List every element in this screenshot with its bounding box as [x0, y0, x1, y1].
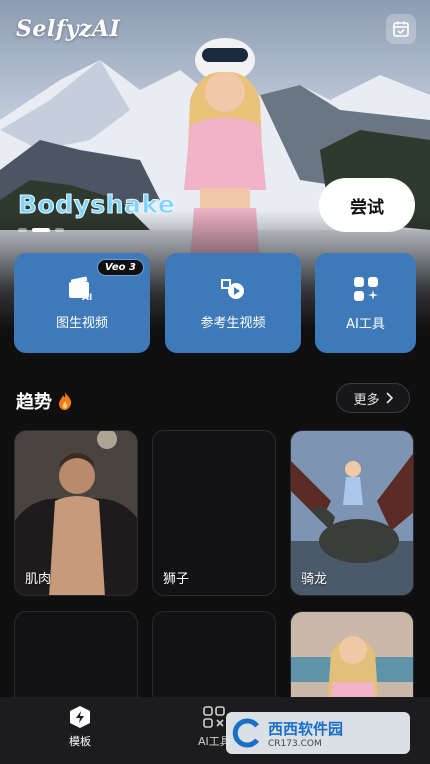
feature-label: 参考生视频 — [200, 315, 266, 331]
fire-icon — [59, 392, 72, 410]
reference-video-icon — [221, 278, 244, 299]
watermark-logo-icon — [232, 718, 260, 748]
card-caption: 骑龙 — [301, 572, 328, 587]
app-logo: SelfyzAI — [16, 16, 121, 42]
more-button[interactable]: 更多 — [336, 383, 410, 413]
template-card[interactable] — [152, 611, 276, 711]
watermark-main: 西西软件园 — [268, 719, 344, 738]
watermark-overlay: 西西软件园 CR173.COM — [226, 712, 410, 754]
template-icon — [70, 706, 90, 728]
carousel-dot[interactable] — [18, 228, 27, 232]
feature-label: AI工具 — [346, 316, 385, 332]
calendar-check-icon — [393, 21, 409, 37]
card-caption: 狮子 — [163, 572, 190, 587]
try-button[interactable]: 尝试 — [319, 178, 415, 232]
ai-tools-grid-icon — [353, 276, 378, 301]
chevron-right-icon — [385, 392, 393, 404]
template-card-lion[interactable]: 狮子 — [152, 430, 276, 596]
hero-title: Bodyshake — [17, 190, 176, 220]
carousel-indicator[interactable] — [18, 228, 64, 232]
watermark-sub: CR173.COM — [268, 738, 322, 749]
more-label: 更多 — [353, 392, 380, 408]
veo-badge: Veo 3 — [96, 259, 144, 276]
feature-image-to-video[interactable]: Veo 3 AI 图生视频 — [14, 253, 150, 353]
ai-tools-icon — [203, 706, 226, 728]
section-title-trending: 趋势 — [16, 388, 74, 414]
feature-ai-tools[interactable]: AI工具 — [315, 253, 416, 353]
svg-text:AI: AI — [82, 293, 92, 302]
template-card-dragon[interactable]: 骑龙 — [290, 430, 414, 596]
tab-label: 模板 — [69, 735, 91, 748]
carousel-dot-active[interactable] — [32, 228, 50, 232]
section-title-text: 趋势 — [16, 392, 52, 413]
image-to-video-icon: AI — [69, 276, 92, 302]
template-card-muscle[interactable]: 肌肉 — [14, 430, 138, 596]
feature-label: 图生视频 — [55, 315, 108, 331]
template-card-beach[interactable] — [290, 611, 414, 711]
calendar-check-button[interactable] — [386, 14, 416, 44]
template-card[interactable] — [14, 611, 138, 711]
carousel-dot[interactable] — [55, 228, 64, 232]
feature-reference-video[interactable]: 参考生视频 — [165, 253, 301, 353]
tab-templates[interactable]: 模板 — [68, 705, 92, 749]
card-caption: 肌肉 — [25, 572, 52, 587]
